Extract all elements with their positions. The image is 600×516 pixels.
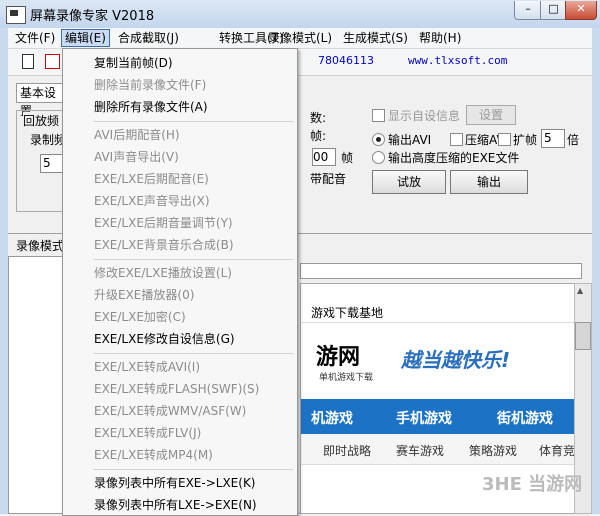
menu-item-delete-all[interactable]: 删除所有录像文件(A) — [63, 97, 297, 117]
menu-compose[interactable]: 合成截取(J) — [115, 30, 182, 46]
menu-edit[interactable]: 编辑(E) — [61, 29, 110, 47]
menu-item-all-exe-to-lxe[interactable]: 录像列表中所有EXE->LXE(K) — [63, 473, 297, 493]
times-label: 倍 — [567, 133, 580, 147]
scroll-up-icon[interactable]: ▲ — [577, 286, 583, 295]
scroll-thumb[interactable] — [575, 322, 591, 350]
record-rate-label: 录制频 — [30, 133, 67, 147]
menu-item-upgrade-player[interactable]: 升级EXE播放器(0) — [63, 285, 297, 305]
web-sub-nav-item[interactable]: 策略游戏 — [469, 442, 517, 459]
phone-number: 78046113 — [318, 54, 374, 67]
preview-button[interactable]: 试放 — [372, 170, 446, 194]
menu-bar: 文件(F) 编辑(E) 合成截取(J) 转换工具(T) 录像模式(L) 生成模式… — [8, 28, 592, 49]
record-rate-input[interactable]: 5 — [40, 154, 64, 173]
menu-item-exe-volume[interactable]: EXE/LXE后期音量调节(Y) — [63, 213, 297, 233]
menu-generate-mode[interactable]: 生成模式(S) — [340, 30, 411, 46]
dub-label: 带配音 — [310, 172, 347, 186]
app-icon — [6, 6, 26, 24]
label-fragment: 数: — [310, 111, 327, 125]
menu-separator — [93, 121, 293, 122]
menu-help[interactable]: 帮助(H) — [416, 30, 464, 46]
web-logo: 游网 — [316, 345, 361, 370]
close-button[interactable]: ✕ — [565, 1, 597, 20]
web-nav-item[interactable]: 手机游戏 — [396, 408, 452, 428]
menu-file[interactable]: 文件(F) — [12, 30, 58, 46]
edit-menu-dropdown: 复制当前帧(D) 删除当前录像文件(F) 删除所有录像文件(A) AVI后期配音… — [62, 48, 298, 516]
show-info-checkbox[interactable] — [372, 109, 385, 122]
output-avi-label: 输出AVI — [388, 133, 432, 147]
record-mode-label: 录像模式 — [16, 239, 65, 253]
watermark: 3HE 当游网 — [482, 474, 583, 495]
output-avi-radio[interactable] — [372, 133, 385, 146]
output-button[interactable]: 输出 — [450, 170, 528, 194]
recording-list[interactable] — [8, 256, 64, 514]
menu-item-to-flv[interactable]: EXE/LXE转成FLV(J) — [63, 423, 297, 443]
menu-item-to-swf[interactable]: EXE/LXE转成FLASH(SWF)(S) — [63, 379, 297, 399]
frames-label: 帧 — [341, 151, 354, 165]
new-file-icon[interactable] — [18, 52, 38, 71]
menu-item-exe-dub[interactable]: EXE/LXE后期配音(E) — [63, 169, 297, 189]
website-link[interactable]: www.tlxsoft.com — [408, 54, 507, 67]
menu-item-exe-audio-export[interactable]: EXE/LXE声音导出(X) — [63, 191, 297, 211]
expand-frames-checkbox[interactable] — [498, 133, 511, 146]
window-title: 屏幕录像专家 V2018 — [30, 9, 155, 24]
menu-item-avi-audio-export[interactable]: AVI声音导出(V) — [63, 147, 297, 167]
output-exe-label: 输出高度压缩的EXE文件 — [388, 151, 520, 165]
frames-input[interactable]: 00 — [312, 148, 336, 166]
record-icon[interactable] — [42, 52, 62, 71]
path-input[interactable] — [300, 263, 582, 279]
tab-basic-settings[interactable]: 基本设置 — [16, 83, 67, 118]
menu-separator — [93, 469, 293, 470]
menu-item-modify-info[interactable]: EXE/LXE修改自设信息(G) — [63, 329, 297, 349]
web-nav-item[interactable]: 街机游戏 — [497, 408, 553, 428]
menu-item-copy-frame[interactable]: 复制当前帧(D) — [63, 53, 297, 73]
output-exe-radio[interactable] — [372, 151, 385, 164]
expand-frames-input[interactable]: 5 — [541, 129, 565, 148]
web-nav-item[interactable]: 机游戏 — [311, 408, 353, 428]
menu-separator — [93, 259, 293, 260]
web-sub-nav-item[interactable]: 赛车游戏 — [396, 442, 444, 459]
minimize-button[interactable]: – — [514, 1, 542, 20]
menu-item-all-lxe-to-exe[interactable]: 录像列表中所有LXE->EXE(N) — [63, 495, 297, 515]
web-logo-sub: 单机游戏下载 — [319, 373, 374, 383]
web-title: 游戏下载基地 — [311, 306, 384, 320]
web-sub-nav-item[interactable]: 即时战略 — [323, 442, 371, 459]
expand-frames-label: 扩帧 — [513, 133, 538, 147]
menu-item-to-wmv[interactable]: EXE/LXE转成WMV/ASF(W) — [63, 401, 297, 421]
web-sub-nav: 即时战略 赛车游戏 策略游戏 体育竞 — [301, 434, 575, 465]
menu-record-mode[interactable]: 录像模式(L) — [265, 30, 335, 46]
menu-item-encrypt[interactable]: EXE/LXE加密(C) — [63, 307, 297, 327]
settings-button[interactable]: 设置 — [466, 105, 516, 125]
web-sub-nav-item[interactable]: 体育竞 — [539, 442, 575, 459]
show-info-label: 显示自设信息 — [388, 109, 461, 123]
menu-item-avi-dub[interactable]: AVI后期配音(H) — [63, 125, 297, 145]
menu-item-exe-bgm[interactable]: EXE/LXE背景音乐合成(B) — [63, 235, 297, 255]
menu-item-delete-current[interactable]: 删除当前录像文件(F) — [63, 75, 297, 95]
group-label: 回放频 — [23, 112, 60, 129]
menu-item-to-avi[interactable]: EXE/LXE转成AVI(I) — [63, 357, 297, 377]
menu-item-to-mp4[interactable]: EXE/LXE转成MP4(M) — [63, 445, 297, 465]
menu-separator — [93, 353, 293, 354]
label-fragment: 帧: — [310, 129, 327, 143]
maximize-button[interactable]: □ — [540, 1, 567, 20]
compress-avi-checkbox[interactable] — [450, 133, 463, 146]
web-nav: 机游戏 手机游戏 街机游戏 — [301, 399, 575, 434]
web-slogan: 越当越快乐! — [401, 348, 511, 372]
menu-item-play-settings[interactable]: 修改EXE/LXE播放设置(L) — [63, 263, 297, 283]
